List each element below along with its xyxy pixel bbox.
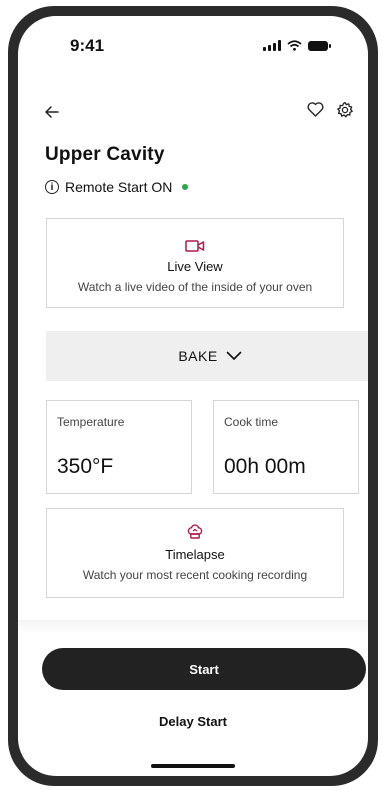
signal-icon [263, 40, 281, 51]
video-camera-icon [185, 240, 205, 252]
phone-frame: 9:41 Upper Cavity i Remote Start ON Live… [8, 6, 378, 786]
cook-mode-label: BAKE [178, 348, 218, 364]
section-divider [18, 620, 368, 634]
back-arrow-icon[interactable] [45, 102, 59, 122]
timelapse-subtitle: Watch your most recent cooking recording [82, 568, 308, 582]
heart-icon[interactable] [307, 102, 324, 122]
info-icon[interactable]: i [45, 180, 59, 194]
temperature-card[interactable]: Temperature 350°F [46, 400, 192, 494]
status-dot [182, 184, 189, 190]
live-view-title: Live View [167, 259, 223, 274]
timelapse-card[interactable]: Timelapse Watch your most recent cooking… [46, 508, 344, 598]
home-indicator [151, 764, 235, 768]
battery-icon [308, 40, 331, 51]
chevron-down-icon [226, 351, 241, 360]
timelapse-title: Timelapse [165, 547, 225, 562]
remote-start-status: i Remote Start ON [45, 179, 189, 195]
cook-time-label: Cook time [224, 415, 279, 429]
chef-hat-icon [187, 524, 203, 539]
gear-icon[interactable] [336, 101, 354, 124]
app-screen: 9:41 Upper Cavity i Remote Start ON Live… [18, 16, 368, 776]
cook-mode-dropdown[interactable]: BAKE [46, 331, 368, 381]
status-icons [263, 40, 331, 51]
live-view-subtitle: Watch a live video of the inside of your… [77, 280, 313, 294]
delay-start-button[interactable]: Delay Start [18, 714, 368, 729]
temperature-label: Temperature [57, 415, 125, 429]
page-title: Upper Cavity [45, 144, 165, 165]
temperature-value: 350°F [57, 455, 114, 478]
remote-start-label: Remote Start ON [65, 179, 173, 195]
cook-time-card[interactable]: Cook time 00h 00m [213, 400, 359, 494]
status-time: 9:41 [70, 36, 105, 55]
wifi-icon [287, 40, 302, 51]
live-view-card[interactable]: Live View Watch a live video of the insi… [46, 218, 344, 308]
cook-time-value: 00h 00m [224, 455, 306, 478]
start-button[interactable]: Start [42, 648, 366, 690]
